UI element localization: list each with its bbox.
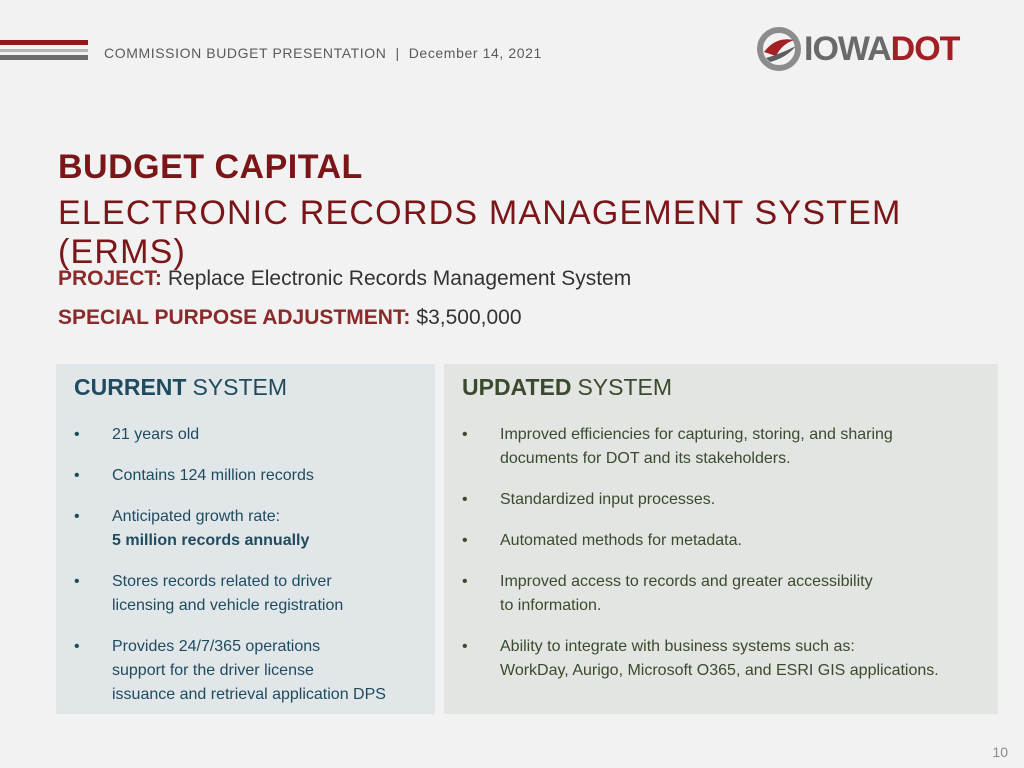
- list-item: • Anticipated growth rate: 5 million rec…: [74, 505, 417, 553]
- iowa-dot-logo: IOWADOT: [756, 26, 984, 72]
- project-label: PROJECT:: [58, 267, 162, 290]
- current-system-list: • 21 years old • Contains 124 million re…: [74, 423, 417, 707]
- bullet-icon: •: [462, 532, 468, 549]
- adjustment-label: SPECIAL PURPOSE ADJUSTMENT:: [58, 306, 411, 329]
- list-item: • Improved efficiencies for capturing, s…: [462, 423, 980, 471]
- swoosh-icon: [757, 27, 801, 71]
- list-item: • Ability to integrate with business sys…: [462, 635, 980, 683]
- bullet-icon: •: [462, 426, 468, 443]
- list-item-text: support for the driver license: [112, 662, 314, 679]
- list-item-text: to information.: [500, 597, 602, 614]
- list-item-text: Automated methods for metadata.: [500, 532, 742, 549]
- updated-system-heading: UPDATED SYSTEM: [462, 374, 980, 401]
- list-item-text: Ability to integrate with business syste…: [500, 638, 855, 655]
- list-item-text: Stores records related to driver: [112, 573, 332, 590]
- bullet-icon: •: [462, 638, 468, 655]
- list-item-text: issuance and retrieval application DPS: [112, 686, 386, 703]
- bullet-icon: •: [462, 573, 468, 590]
- list-item: • Provides 24/7/365 operations support f…: [74, 635, 417, 707]
- updated-system-list: • Improved efficiencies for capturing, s…: [462, 423, 980, 683]
- list-item: • Contains 124 million records: [74, 464, 417, 488]
- list-item-text: licensing and vehicle registration: [112, 597, 344, 614]
- slide-title-secondary: ELECTRONIC RECORDS MANAGEMENT SYSTEM (ER…: [58, 194, 902, 271]
- heading-rest: SYSTEM: [192, 374, 288, 400]
- bullet-icon: •: [74, 508, 80, 525]
- list-item-text: Anticipated growth rate:: [112, 508, 281, 525]
- logo-iowa: IOWA: [804, 30, 892, 68]
- adjustment-row: SPECIAL PURPOSE ADJUSTMENT: $3,500,000: [58, 306, 522, 330]
- list-item-text: Improved efficiencies for capturing, sto…: [500, 426, 893, 443]
- list-item: • Stores records related to driver licen…: [74, 570, 417, 618]
- bullet-icon: •: [462, 491, 468, 508]
- heading-strong: CURRENT: [74, 374, 187, 400]
- list-item-text: WorkDay, Aurigo, Microsoft O365, and ESR…: [500, 662, 939, 679]
- list-item-text: documents for DOT and its stakeholders.: [500, 450, 791, 467]
- bullet-icon: •: [74, 426, 80, 443]
- list-item-emphasis: 5 million records annually: [112, 532, 310, 549]
- adjustment-value: $3,500,000: [416, 306, 522, 329]
- accent-bar-red: [0, 40, 88, 45]
- list-item-text: Standardized input processes.: [500, 491, 716, 508]
- list-item-text: Contains 124 million records: [112, 467, 314, 484]
- bullet-icon: •: [74, 638, 80, 655]
- current-system-panel: CURRENT SYSTEM • 21 years old • Contains …: [56, 364, 435, 714]
- project-row: PROJECT: Replace Electronic Records Manag…: [58, 267, 631, 291]
- list-item-text: Provides 24/7/365 operations: [112, 638, 321, 655]
- updated-system-panel: UPDATED SYSTEM • Improved efficiencies fo…: [444, 364, 998, 714]
- list-item: • Standardized input processes.: [462, 488, 980, 512]
- project-value: Replace Electronic Records Management Sy…: [167, 267, 632, 290]
- bullet-icon: •: [74, 467, 80, 484]
- bullet-icon: •: [74, 573, 80, 590]
- logo-dot: DOT: [890, 30, 961, 68]
- list-item: • 21 years old: [74, 423, 417, 447]
- list-item-text: Improved access to records and greater a…: [500, 573, 873, 590]
- heading-strong: UPDATED: [462, 374, 572, 400]
- header-accent-bars: [0, 40, 88, 62]
- list-item: • Automated methods for metadata.: [462, 529, 980, 553]
- heading-rest: SYSTEM: [577, 374, 673, 400]
- header-separator: |: [395, 45, 400, 61]
- presentation-title: COMMISSION BUDGET PRESENTATION: [104, 45, 387, 61]
- presentation-date: December 14, 2021: [408, 45, 542, 61]
- page-number: 10: [992, 744, 1008, 760]
- accent-bar-dark: [0, 55, 88, 60]
- presentation-header: COMMISSION BUDGET PRESENTATION | December …: [104, 45, 542, 61]
- slide-title-primary: BUDGET CAPITAL: [58, 148, 363, 186]
- logo-wordmark: IOWADOT: [804, 27, 961, 71]
- list-item-text: 21 years old: [112, 426, 200, 443]
- current-system-heading: CURRENT SYSTEM: [74, 374, 417, 401]
- accent-bar-light: [0, 49, 88, 52]
- list-item: • Improved access to records and greater…: [462, 570, 980, 618]
